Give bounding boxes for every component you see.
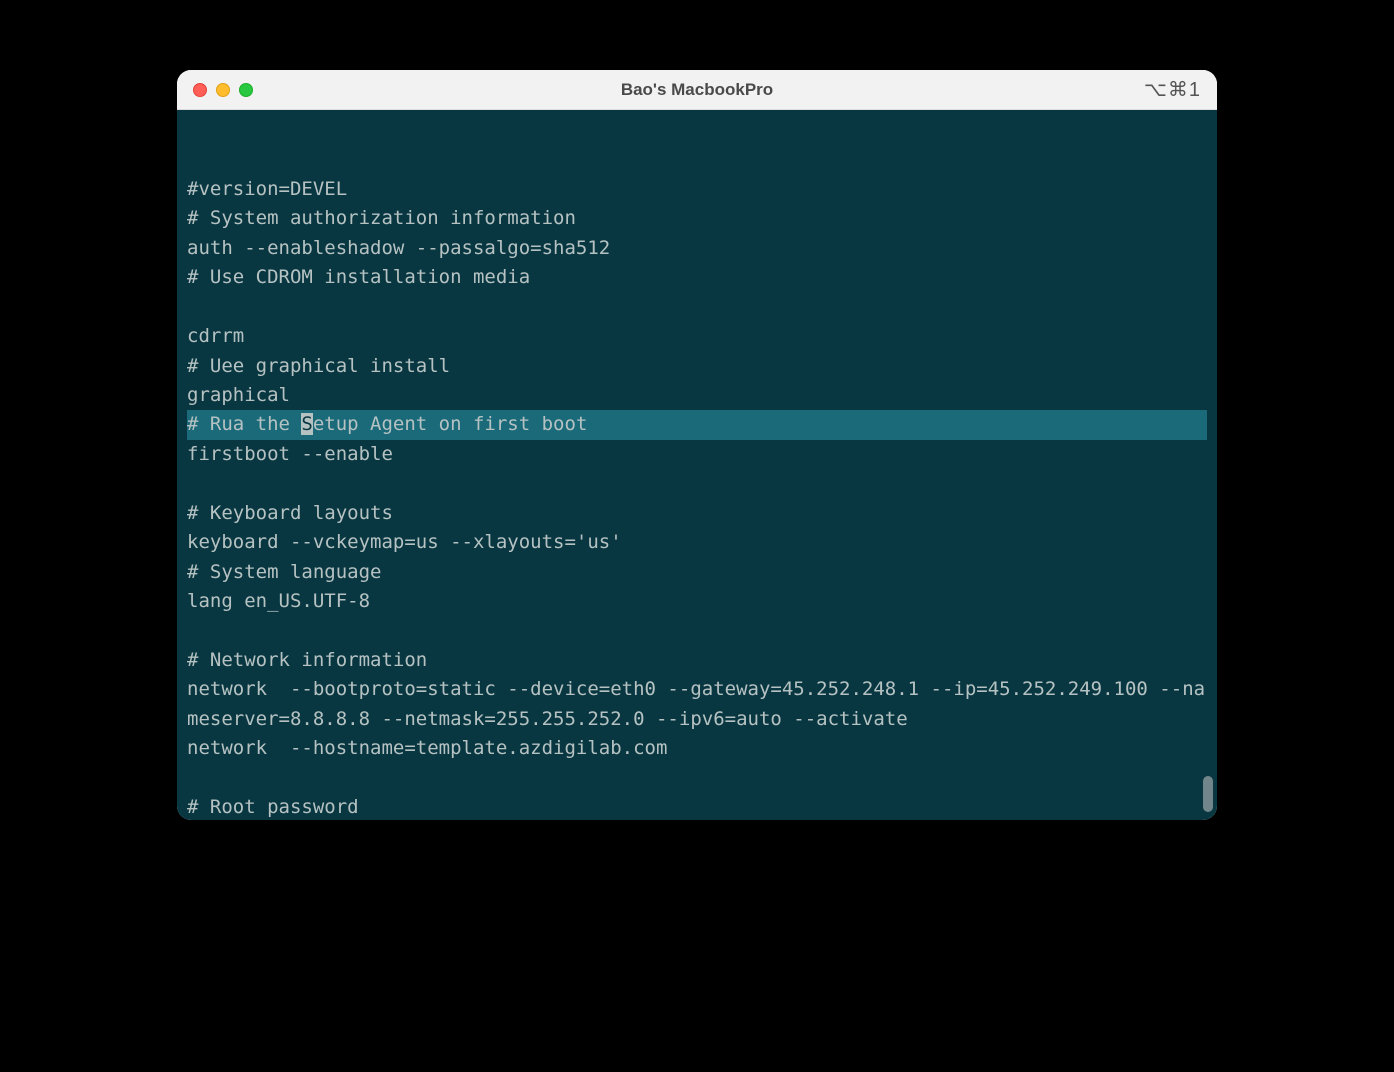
minimize-button[interactable] <box>216 83 230 97</box>
terminal-line: network --bootproto=static --device=eth0… <box>187 675 1207 734</box>
terminal-line: lang en_US.UTF-8 <box>187 587 1207 616</box>
terminal-line: network --hostname=template.azdigilab.co… <box>187 734 1207 763</box>
titlebar: Bao's MacbookPro ⌥⌘1 <box>177 70 1217 110</box>
zoom-button[interactable] <box>239 83 253 97</box>
terminal-line: # System language <box>187 558 1207 587</box>
terminal-viewport[interactable]: #version=DEVEL# System authorization inf… <box>177 110 1217 820</box>
close-button[interactable] <box>193 83 207 97</box>
window-title: Bao's MacbookPro <box>177 80 1217 100</box>
terminal-line <box>187 764 1207 793</box>
terminal-line: # Root password <box>187 793 1207 820</box>
terminal-window: Bao's MacbookPro ⌥⌘1 #version=DEVEL# Sys… <box>177 70 1217 820</box>
scrollbar-thumb[interactable] <box>1203 776 1213 812</box>
terminal-line: # Use CDROM installation media <box>187 263 1207 292</box>
terminal-line <box>187 469 1207 498</box>
terminal-line: #version=DEVEL <box>187 175 1207 204</box>
terminal-line: auth --enableshadow --passalgo=sha512 <box>187 234 1207 263</box>
terminal-line <box>187 293 1207 322</box>
terminal-line: # Rua the Setup Agent on first boot <box>187 410 1207 439</box>
traffic-lights <box>193 83 253 97</box>
text-cursor: S <box>301 413 312 435</box>
terminal-line <box>187 616 1207 645</box>
terminal-line: # Uee graphical install <box>187 352 1207 381</box>
terminal-line: # Keyboard layouts <box>187 499 1207 528</box>
terminal-line: cdrrm <box>187 322 1207 351</box>
terminal-line: graphical <box>187 381 1207 410</box>
terminal-line: keyboard --vckeymap=us --xlayouts='us' <box>187 528 1207 557</box>
terminal-line: firstboot --enable <box>187 440 1207 469</box>
terminal-line: # Network information <box>187 646 1207 675</box>
terminal-line: # System authorization information <box>187 204 1207 233</box>
shortcut-indicator: ⌥⌘1 <box>1144 77 1201 102</box>
